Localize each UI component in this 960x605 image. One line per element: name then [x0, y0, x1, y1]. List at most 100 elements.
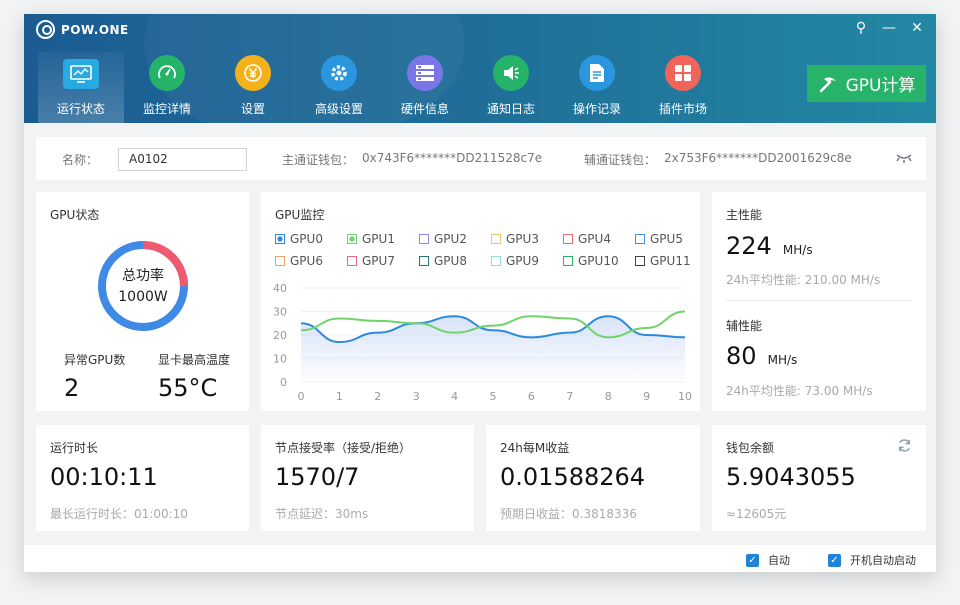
autostart-checkbox[interactable]: ✓ 开机自动启动: [828, 552, 916, 568]
monitor-icon: [63, 59, 99, 89]
nav-item-yen[interactable]: 设置: [210, 52, 296, 123]
wallet-title: 钱包余额: [726, 441, 775, 455]
legend-label: GPU5: [650, 232, 683, 246]
auto-label: 自动: [768, 554, 790, 567]
gear-icon: [321, 55, 357, 91]
y-tick-label: 20: [273, 329, 287, 342]
gpu-monitor-title: GPU监控: [275, 208, 325, 222]
nav-item-gear[interactable]: 高级设置: [296, 52, 382, 123]
close-icon[interactable]: ✕: [908, 20, 926, 36]
nav-label: 高级设置: [314, 102, 363, 116]
info-bar: 名称： A0102 主通证钱包： 0x743F6*******DD211528c…: [36, 137, 926, 180]
legend-item[interactable]: GPU8: [419, 254, 491, 268]
legend-item[interactable]: GPU11: [635, 254, 707, 268]
grid-icon: [665, 55, 701, 91]
nav-item-dashboard[interactable]: 监控详情: [124, 52, 210, 123]
gpu-compute-button[interactable]: GPU计算: [807, 65, 926, 102]
main-wallet-label: 主通证钱包：: [282, 153, 355, 167]
logo-icon: [36, 20, 55, 39]
aux-perf-avg: 24h平均性能: 73.00 MH/s: [726, 384, 873, 398]
name-input[interactable]: A0102: [118, 148, 247, 171]
runtime-value: 00:10:11: [50, 463, 158, 491]
legend-item[interactable]: GPU10: [563, 254, 635, 268]
nav-label: 操作记录: [572, 102, 621, 116]
main-perf-value: 224: [726, 232, 772, 260]
nav-item-document[interactable]: 操作记录: [554, 52, 640, 123]
yen-icon: [235, 55, 271, 91]
dashboard-icon: [149, 55, 185, 91]
legend-label: GPU3: [506, 232, 539, 246]
nav-item-grid[interactable]: 插件市场: [640, 52, 726, 123]
nav-item-speaker[interactable]: 通知日志: [468, 52, 554, 123]
wallet-card: 钱包余额 5.9043055 ≈12605元: [712, 425, 926, 531]
legend-item[interactable]: GPU7: [347, 254, 419, 268]
performance-card: 主性能 224 MH/s 24h平均性能: 210.00 MH/s 辅性能 80…: [712, 192, 926, 411]
gpu-line-chart: 0 10 20 30 40 0 1 2 3 4 5 6 7 8 9 10: [273, 282, 692, 403]
legend-swatch: [419, 234, 429, 244]
x-tick-label: 6: [528, 390, 535, 403]
logo: POW.ONE: [36, 20, 129, 39]
nav-label: 监控详情: [142, 102, 191, 116]
aux-wallet-value: 2x753F6*******DD2001629c8e: [664, 151, 852, 165]
name-label: 名称：: [62, 153, 99, 167]
pin-icon[interactable]: ⚲: [852, 20, 870, 36]
income-sub: 预期日收益：0.3818336: [500, 507, 637, 521]
legend-item[interactable]: GPU1: [347, 232, 419, 246]
x-tick-label: 3: [413, 390, 420, 403]
app-name: POW.ONE: [61, 22, 129, 37]
y-tick-label: 40: [273, 282, 287, 295]
app-window: POW.ONE ⚲ — ✕ 运行状态 监控详情 设置 高级设置 硬件信息 通知日志 操作记录…: [24, 14, 936, 572]
legend-item[interactable]: GPU0: [275, 232, 347, 246]
main-perf-avg: 24h平均性能: 210.00 MH/s: [726, 273, 881, 287]
main-wallet-value: 0x743F6*******DD211528c7e: [362, 151, 543, 165]
legend-swatch: [491, 256, 501, 266]
main-nav: 运行状态 监控详情 设置 高级设置 硬件信息 通知日志 操作记录 插件市场: [38, 52, 726, 123]
income-card: 24h每M收益 0.01588264 预期日收益：0.3818336: [486, 425, 700, 531]
aux-perf-title: 辅性能: [726, 319, 763, 333]
monitor-legend: GPU0 GPU1 GPU2 GPU3 GPU4 GPU5 GPU6 GPU7 GPU8 GPU9…: [275, 232, 695, 268]
y-tick-label: 0: [280, 376, 287, 389]
nav-item-monitor[interactable]: 运行状态: [38, 52, 124, 123]
collapse-icon[interactable]: [896, 152, 912, 164]
legend-label: GPU9: [506, 254, 539, 268]
gauge-value: 1000W: [118, 289, 168, 305]
aux-perf-unit: MH/s: [767, 353, 798, 367]
node-latency: 节点延迟：30ms: [275, 507, 369, 521]
legend-label: GPU2: [434, 232, 467, 246]
legend-label: GPU10: [578, 254, 619, 268]
node-value: 1570/7: [275, 463, 360, 491]
legend-item[interactable]: GPU4: [563, 232, 635, 246]
x-tick-label: 5: [490, 390, 497, 403]
legend-item[interactable]: GPU9: [491, 254, 563, 268]
legend-label: GPU8: [434, 254, 467, 268]
legend-item[interactable]: GPU5: [635, 232, 707, 246]
legend-swatch: [275, 234, 285, 244]
refresh-icon[interactable]: [897, 438, 912, 453]
legend-item[interactable]: GPU3: [491, 232, 563, 246]
legend-label: GPU1: [362, 232, 395, 246]
x-tick-label: 0: [298, 390, 305, 403]
legend-swatch: [563, 234, 573, 244]
minimize-icon[interactable]: —: [880, 20, 898, 36]
x-tick-label: 10: [678, 390, 692, 403]
check-icon: ✓: [828, 553, 841, 567]
legend-swatch: [563, 256, 573, 266]
legend-swatch: [635, 234, 645, 244]
nav-item-server[interactable]: 硬件信息: [382, 52, 468, 123]
node-title: 节点接受率（接受/拒绝）: [275, 441, 412, 455]
legend-item[interactable]: GPU2: [419, 232, 491, 246]
income-value: 0.01588264: [500, 463, 646, 491]
legend-label: GPU4: [578, 232, 611, 246]
pickaxe-icon: [819, 76, 836, 92]
auto-checkbox[interactable]: ✓ 自动: [746, 552, 790, 568]
legend-swatch: [347, 234, 357, 244]
nav-label: 运行状态: [56, 102, 105, 116]
legend-swatch: [419, 256, 429, 266]
y-tick-label: 30: [273, 306, 287, 319]
x-tick-label: 4: [451, 390, 458, 403]
legend-swatch: [635, 256, 645, 266]
max-temp-value: 55°C: [158, 374, 218, 402]
legend-item[interactable]: GPU6: [275, 254, 347, 268]
header: POW.ONE ⚲ — ✕ 运行状态 监控详情 设置 高级设置 硬件信息 通知日志 操作记录…: [24, 14, 936, 123]
legend-label: GPU6: [290, 254, 323, 268]
